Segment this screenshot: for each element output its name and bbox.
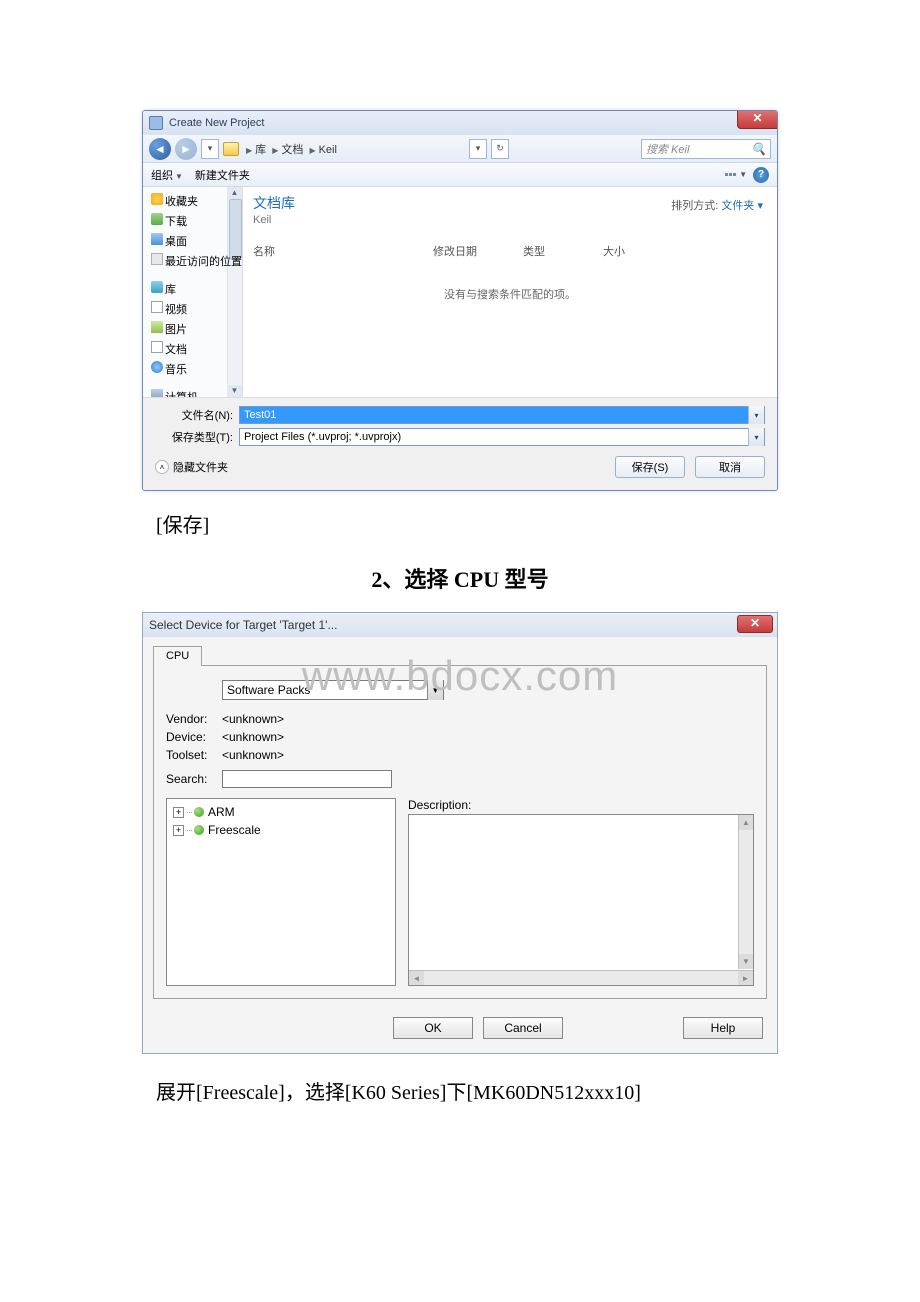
device-tree[interactable]: +···ARM +···Freescale [166,798,396,986]
titlebar[interactable]: Select Device for Target 'Target 1'... ✕ [143,613,777,637]
cancel-button[interactable]: Cancel [483,1017,563,1039]
create-project-dialog: Create New Project ✕ ◄ ► ▾ ▶库 ▶文档 ▶Keil … [142,110,778,491]
desc-hscroll[interactable]: ◄ ► [409,970,753,985]
crumb-1[interactable]: 库 [255,144,266,156]
address-bar: ◄ ► ▾ ▶库 ▶文档 ▶Keil ▾ ↻ 搜索 Keil 🔍 [143,135,777,163]
nav-scroll-up[interactable]: ▲ [227,187,242,199]
search-label: Search: [166,772,222,786]
nav-scroll-down[interactable]: ▼ [227,385,242,397]
toolset-value: <unknown> [222,748,284,762]
hide-folders-toggle[interactable]: ˄ 隐藏文件夹 [155,459,228,475]
save-panel: 文件名(N): Test01 ▾ 保存类型(T): Project Files … [143,397,777,490]
refresh-button[interactable]: ↻ [491,139,509,159]
toolset-label: Toolset: [166,748,222,762]
vendor-dot-icon [194,825,204,835]
sort-by[interactable]: 排列方式: 文件夹 ▾ [671,197,763,213]
title-text: Select Device for Target 'Target 1'... [149,618,337,632]
path-dropdown[interactable]: ▾ [469,139,487,159]
doc-text-save: [保存] [156,509,920,538]
description-label: Description: [408,798,754,812]
help-button[interactable]: Help [683,1017,763,1039]
chevron-up-icon: ˄ [155,460,169,474]
filename-label: 文件名(N): [155,407,233,423]
titlebar[interactable]: Create New Project ✕ [143,111,777,135]
toolbar: 组织▼ 新建文件夹 ▼ ? [143,163,777,187]
nav-downloads[interactable]: 下载 [151,211,227,231]
nav-computer[interactable]: 计算机 [151,387,227,397]
crumb-2[interactable]: 文档 [281,144,303,156]
forward-button[interactable]: ► [175,138,197,160]
nav-videos[interactable]: 视频 [151,299,227,319]
filetype-label: 保存类型(T): [155,429,233,445]
button-bar: OK Cancel Help [143,1009,777,1053]
filetype-select[interactable]: Project Files (*.uvproj; *.uvprojx) ▾ [239,428,765,446]
nav-recent[interactable]: 最近访问的位置 [151,251,227,271]
software-packs-combo[interactable]: Software Packs ▼ [222,680,444,700]
empty-message: 没有与搜索条件匹配的项。 [253,286,767,302]
file-list-pane: 文档库 Keil 排列方式: 文件夹 ▾ 名称 修改日期 类型 大小 没有与搜索… [243,187,777,397]
nav-scroll-thumb[interactable] [229,199,242,259]
desc-vscroll[interactable]: ▲ ▼ [738,815,753,969]
nav-music[interactable]: 音乐 [151,359,227,379]
chevron-down-icon: ▼ [427,680,443,700]
search-input[interactable]: 搜索 Keil 🔍 [641,139,771,159]
vendor-dot-icon [194,807,204,817]
tree-item-freescale[interactable]: +···Freescale [169,821,393,839]
library-subtitle: Keil [253,214,767,226]
crumb-3[interactable]: Keil [319,144,337,156]
doc-text-freescale: 展开[Freescale]，选择[K60 Series]下[MK60DN512x… [156,1076,920,1105]
nav-libraries[interactable]: 库 [151,279,227,299]
scroll-down-icon[interactable]: ▼ [739,954,753,969]
title-text: Create New Project [169,117,264,129]
nav-favorites[interactable]: 收藏夹 [151,191,227,211]
column-headers[interactable]: 名称 修改日期 类型 大小 [253,240,767,262]
organize-menu[interactable]: 组织▼ [151,167,183,183]
nav-pictures[interactable]: 图片 [151,319,227,339]
filename-dropdown[interactable]: ▾ [748,406,764,424]
app-icon [149,116,163,130]
help-icon[interactable]: ? [753,167,769,183]
scroll-right-icon[interactable]: ► [738,971,753,985]
breadcrumb[interactable]: ▶库 ▶文档 ▶Keil [243,141,337,157]
doc-heading: 2、选择 CPU 型号 [0,562,920,594]
expand-icon[interactable]: + [173,825,184,836]
filename-input[interactable]: Test01 ▾ [239,406,765,424]
search-icon: 🔍 [751,142,766,156]
vendor-label: Vendor: [166,712,222,726]
nav-documents[interactable]: 文档 [151,339,227,359]
view-mode-button[interactable]: ▼ [725,166,747,184]
col-date[interactable]: 修改日期 [433,240,523,262]
cpu-panel: Software Packs ▼ Vendor:<unknown> Device… [153,665,767,999]
col-name[interactable]: 名称 [253,240,433,262]
save-button[interactable]: 保存(S) [615,456,685,478]
tab-strip: CPU [153,645,777,665]
ok-button[interactable]: OK [393,1017,473,1039]
description-box[interactable]: ▲ ▼ ◄ ► [408,814,754,986]
nav-desktop[interactable]: 桌面 [151,231,227,251]
tree-item-arm[interactable]: +···ARM [169,803,393,821]
col-size[interactable]: 大小 [603,240,663,262]
close-button[interactable]: ✕ [737,615,773,633]
col-type[interactable]: 类型 [523,240,603,262]
history-dropdown[interactable]: ▾ [201,139,219,159]
device-value: <unknown> [222,730,284,744]
select-device-dialog: Select Device for Target 'Target 1'... ✕… [142,612,778,1054]
vendor-value: <unknown> [222,712,284,726]
nav-pane: ▲ ▼ 收藏夹 下载 桌面 最近访问的位置 库 视频 图片 文档 [143,187,243,397]
close-button[interactable]: ✕ [737,111,777,129]
tab-cpu[interactable]: CPU [153,646,202,666]
expand-icon[interactable]: + [173,807,184,818]
cancel-button[interactable]: 取消 [695,456,765,478]
search-placeholder: 搜索 Keil [646,141,689,157]
back-button[interactable]: ◄ [149,138,171,160]
device-label: Device: [166,730,222,744]
scroll-up-icon[interactable]: ▲ [739,815,753,830]
new-folder-button[interactable]: 新建文件夹 [195,167,250,183]
search-input[interactable] [222,770,392,788]
folder-icon [223,142,239,156]
scroll-left-icon[interactable]: ◄ [409,971,424,985]
filetype-dropdown[interactable]: ▾ [748,428,764,446]
